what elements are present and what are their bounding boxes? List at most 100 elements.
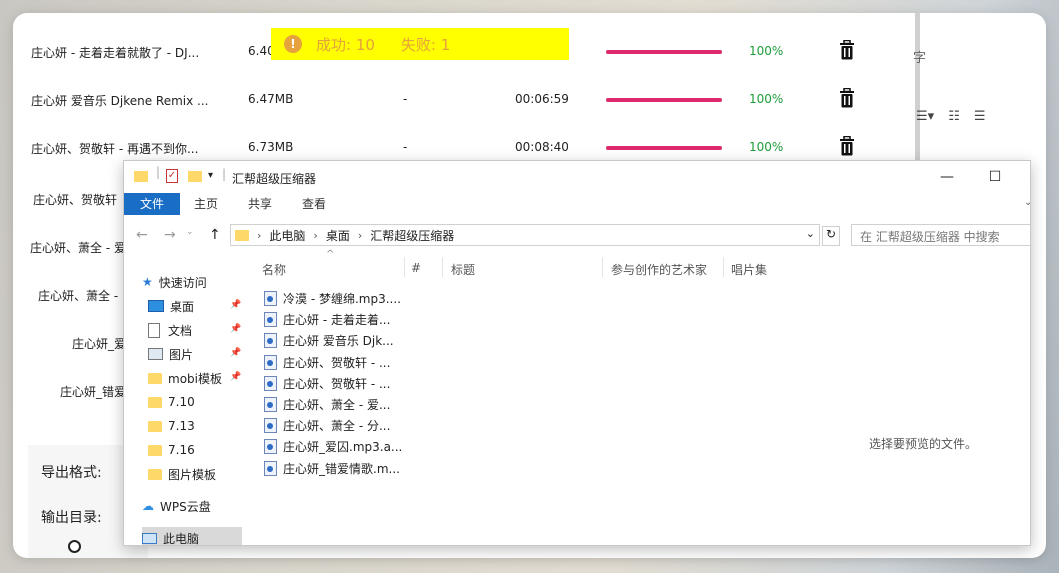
list-item[interactable]: 庄心妍、贺敬轩 - ...	[264, 373, 390, 394]
breadcrumb-folder[interactable]: 汇帮超级压缩器	[370, 227, 454, 244]
folder-icon	[235, 229, 249, 241]
nav-item[interactable]: 图片模板	[148, 463, 216, 485]
file-name: 庄心妍、贺敬轩 - ...	[283, 376, 391, 391]
trash-icon[interactable]	[839, 136, 855, 156]
address-dropdown-icon[interactable]: ⌄	[806, 227, 815, 240]
expand-ribbon-icon[interactable]: ⌄	[1024, 197, 1030, 208]
bitrate: -	[403, 92, 408, 106]
minimize-icon[interactable]: —	[932, 165, 962, 189]
nav-item-label: 图片模板	[168, 467, 217, 482]
column-title[interactable]: 标题	[451, 261, 475, 278]
picture-icon	[148, 348, 163, 360]
nav-item[interactable]: ★ 快速访问	[142, 271, 207, 293]
desktop-icon	[148, 300, 164, 312]
nav-item[interactable]: ☁ WPS云盘	[142, 495, 211, 517]
refresh-icon[interactable]: ↻	[822, 226, 840, 246]
progress-bar	[606, 98, 722, 102]
properties-icon[interactable]: ✓	[166, 169, 178, 183]
computer-icon	[142, 532, 157, 544]
cloud-icon: ☁	[142, 499, 154, 513]
nav-item-label: 桌面	[170, 299, 195, 314]
maximize-icon[interactable]: ☐	[980, 165, 1010, 189]
preview-placeholder: 选择要预览的文件。	[869, 437, 978, 451]
column-number[interactable]: #	[411, 261, 421, 275]
new-folder-icon[interactable]	[188, 171, 202, 182]
list-item[interactable]: 庄心妍_爱囚.mp3.a...	[264, 436, 402, 457]
path-box[interactable]: › 此电脑 › 桌面 › 汇帮超级压缩器 ⌄	[230, 224, 820, 246]
audio-file-icon	[264, 418, 277, 434]
pin-icon: 📌	[230, 324, 242, 334]
audio-file-icon	[264, 439, 277, 455]
recent-dropdown-icon[interactable]: ⌄	[186, 227, 194, 237]
list-item[interactable]: 庄心妍、萧全 - 爱...	[264, 394, 390, 415]
success-count: 成功: 10	[316, 35, 375, 54]
pin-icon: 📌	[230, 300, 242, 310]
table-row: 庄心妍 爱音乐 Djkene Remix ... 6.47MB - 00:06:…	[13, 76, 918, 124]
trash-icon[interactable]	[839, 40, 855, 60]
star-icon: ★	[142, 275, 153, 289]
nav-item-label: 文档	[168, 323, 193, 338]
nav-item[interactable]: 7.13	[148, 415, 195, 437]
nav-item[interactable]: 7.10	[148, 391, 195, 413]
column-name[interactable]: 名称	[262, 261, 286, 278]
audio-file-icon	[264, 397, 277, 412]
folder-icon	[148, 468, 162, 480]
nav-item[interactable]: 图片 📌	[148, 343, 241, 365]
nav-item[interactable]: 此电脑	[142, 527, 242, 546]
folder-icon	[148, 444, 162, 456]
breadcrumb-desktop[interactable]: 桌面	[326, 227, 350, 244]
progress-percent: 100%	[749, 140, 784, 154]
nav-item[interactable]: 桌面 📌	[148, 295, 241, 317]
nav-item[interactable]: mobi模板 📌	[148, 367, 241, 389]
trash-icon[interactable]	[839, 88, 855, 108]
address-bar: ← → ⌄ ↑ › 此电脑 › 桌面 › 汇帮超级压缩器 ⌄ ↻ 在 汇帮超级压…	[124, 223, 1030, 249]
file-name: 庄心妍 - 走着走着...	[283, 313, 391, 328]
numbered-list-icon[interactable]: ☰	[974, 109, 986, 124]
audio-file-icon	[264, 375, 277, 391]
nav-item-label: WPS云盘	[160, 499, 211, 514]
list-item[interactable]: 庄心妍_错爱情歌.m...	[264, 458, 400, 479]
list-item[interactable]: 庄心妍、贺敬轩 - ...	[264, 352, 390, 373]
output-dir-label: 输出目录:	[41, 510, 102, 526]
radio-button[interactable]	[68, 540, 81, 553]
nav-item-label: mobi模板	[168, 371, 222, 386]
nav-item[interactable]: 文档 📌	[148, 319, 241, 341]
folder-icon	[134, 171, 148, 182]
file-name: 庄心妍、萧全 - 爱...	[283, 398, 391, 412]
progress-percent: 100%	[749, 92, 784, 106]
sort-indicator-icon: ^	[326, 249, 335, 260]
quick-access-dropdown-icon[interactable]: ▾	[208, 170, 213, 181]
file-name: 庄心妍、贺敬轩 - 再遇不到你...	[31, 142, 199, 156]
back-icon[interactable]: ←	[136, 227, 148, 243]
column-album[interactable]: 唱片集	[731, 261, 767, 278]
list-view-icon[interactable]: ☰▾	[916, 109, 934, 124]
list-item[interactable]: 庄心妍 爱音乐 Djk...	[264, 330, 394, 351]
list-item[interactable]: 庄心妍 - 走着走着...	[264, 309, 390, 330]
up-icon[interactable]: ↑	[209, 227, 221, 243]
audio-file-icon	[264, 333, 277, 349]
list-item[interactable]: 冷漠 - 梦缠绵.mp3....	[264, 288, 401, 309]
audio-file-icon	[264, 354, 277, 370]
file-name: 庄心妍、贺敬轩 - ...	[283, 355, 391, 370]
file-name: 庄心妍 - 走着走着就散了 - DJ...	[31, 46, 200, 60]
nav-item[interactable]: 7.16	[148, 439, 195, 461]
tab-share[interactable]: 共享	[234, 193, 286, 215]
folder-icon	[148, 372, 162, 384]
list-item[interactable]: 庄心妍、萧全 - 分...	[264, 415, 390, 436]
list-item-name: 庄心妍、萧全 -	[38, 289, 119, 303]
nav-item-label: 此电脑	[163, 531, 200, 546]
forward-icon[interactable]: →	[164, 227, 176, 243]
ribbon-tabs: 文件 主页 共享 查看 ⌄	[124, 193, 1030, 215]
tab-file[interactable]: 文件	[124, 193, 180, 215]
tab-view[interactable]: 查看	[288, 193, 340, 215]
tab-home[interactable]: 主页	[180, 193, 232, 215]
fail-count: 失败: 1	[400, 35, 451, 54]
column-artists[interactable]: 参与创作的艺术家	[611, 261, 707, 278]
bullet-list-icon[interactable]: ☷	[948, 109, 960, 124]
search-input[interactable]: 在 汇帮超级压缩器 中搜索	[851, 224, 1030, 246]
nav-item-label: 快速访问	[158, 275, 207, 290]
breadcrumb-this-pc[interactable]: 此电脑	[269, 227, 305, 244]
file-explorer-window: | ✓ ▾ | 汇帮超级压缩器 — ☐ 文件 主页 共享 查看 ⌄ ← → ⌄ …	[123, 160, 1031, 546]
list-item-name: 庄心妍_错爱	[60, 385, 127, 399]
window-title: 汇帮超级压缩器	[232, 172, 317, 186]
